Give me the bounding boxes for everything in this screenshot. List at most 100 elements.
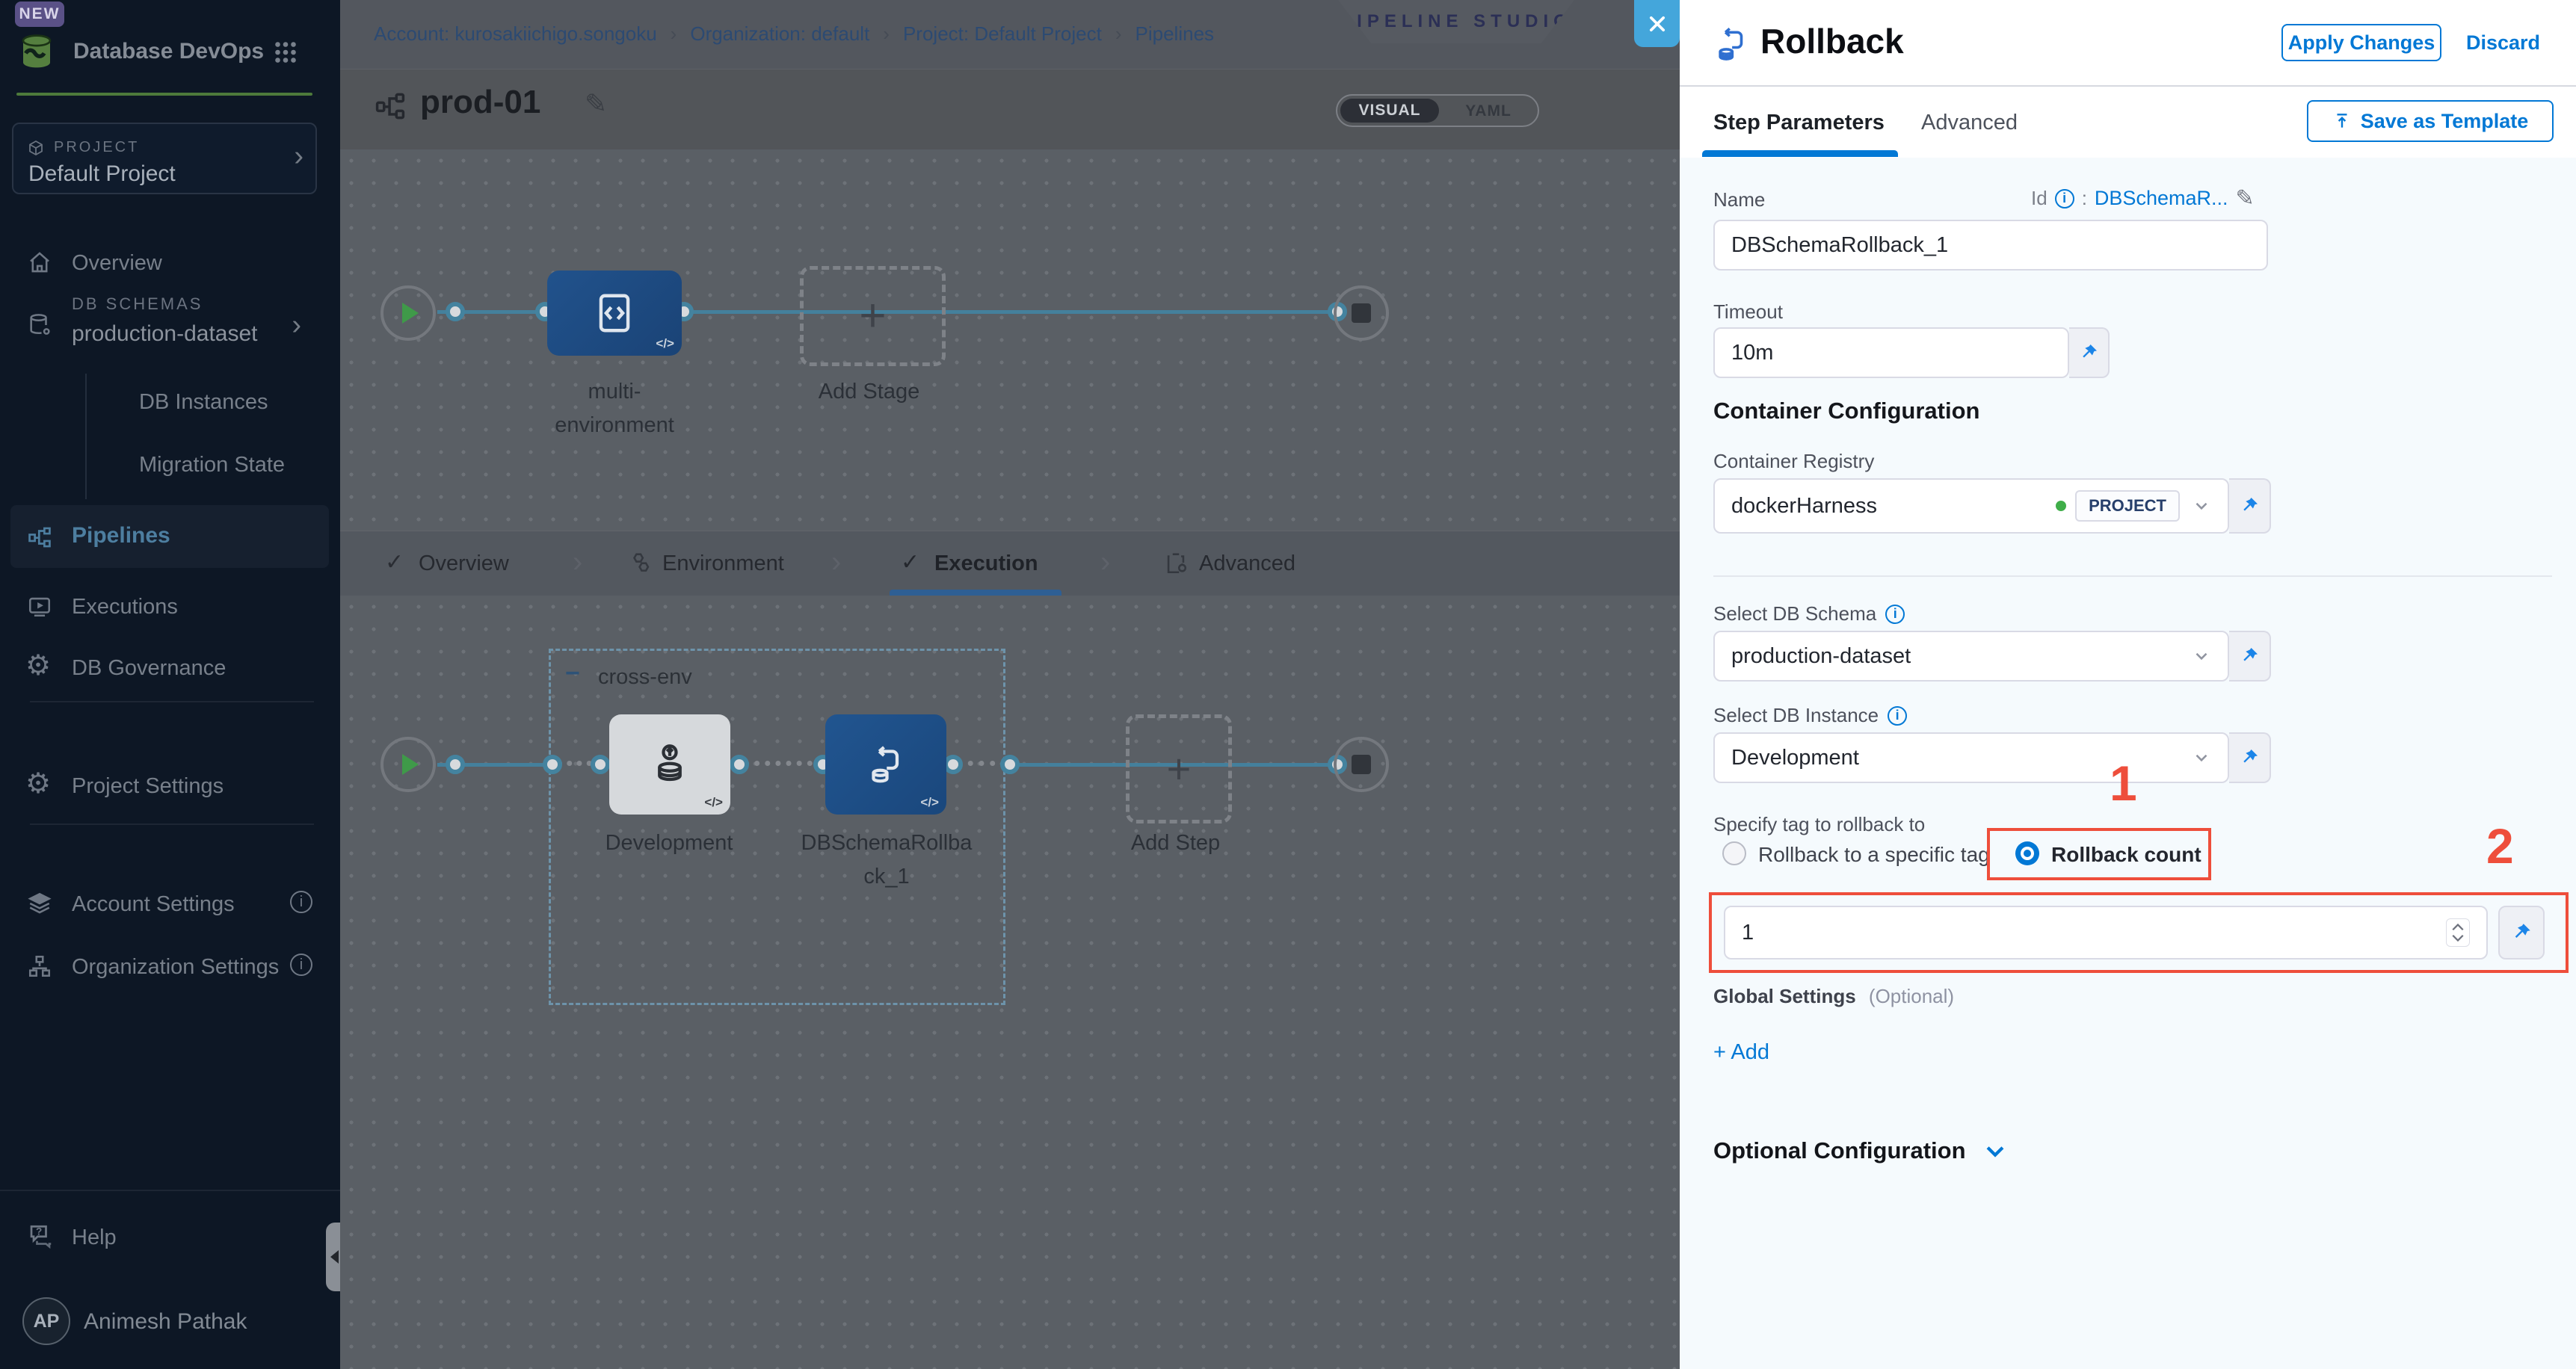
db-schema-runtime-pin-button[interactable] — [2229, 631, 2271, 682]
sidebar-item-overview[interactable]: Overview — [0, 241, 340, 285]
sidebar-item-account-settings[interactable]: Account Settings i — [0, 882, 340, 927]
db-instance-runtime-pin-button[interactable] — [2229, 732, 2271, 783]
container-configuration-heading: Container Configuration — [1713, 398, 1979, 424]
tab-overview[interactable]: Overview — [419, 551, 509, 576]
chevron-down-icon[interactable] — [2192, 646, 2211, 666]
sidebar-item-organization-settings[interactable]: Organization Settings i — [0, 945, 340, 989]
apply-changes-button[interactable]: Apply Changes — [2281, 24, 2441, 61]
tab-advanced[interactable]: Advanced — [1199, 551, 1295, 576]
avatar[interactable]: AP — [22, 1297, 70, 1345]
timeout-label: Timeout — [1713, 300, 1783, 324]
step-config-panel: Rollback Apply Changes Discard Step Para… — [1680, 0, 2576, 1369]
breadcrumb-account[interactable]: Account: kurosakiichigo.songoku — [374, 22, 657, 46]
optional-configuration-row[interactable]: Optional Configuration — [1713, 1137, 2008, 1164]
edit-pencil-icon[interactable]: ✎ — [585, 88, 607, 120]
radio-specific-tag-label[interactable]: Rollback to a specific tag — [1758, 843, 1990, 867]
chevron-down-icon[interactable] — [1982, 1138, 2008, 1164]
rollback-count-input[interactable]: 1 — [1724, 906, 2488, 959]
project-selector[interactable]: PROJECT Default Project › — [12, 123, 317, 194]
execution-canvas[interactable] — [340, 596, 1680, 1369]
optional-configuration-label: Optional Configuration — [1713, 1137, 1966, 1164]
close-panel-button[interactable] — [1634, 0, 1680, 47]
sidebar-item-db-governance[interactable]: ⚙ DB Governance — [0, 646, 340, 690]
toggle-yaml[interactable]: YAML — [1449, 99, 1527, 123]
sidebar-item-migration-state[interactable]: Migration State — [0, 445, 340, 487]
rollback-tag-label: Specify tag to rollback to — [1713, 813, 1925, 836]
db-schema-select[interactable]: production-dataset — [1713, 631, 2229, 682]
tab-environment[interactable]: Environment — [662, 551, 784, 576]
step-id-row: Id i : DBSchemaR... ✎ — [2031, 185, 2255, 211]
timeout-runtime-pin-button[interactable] — [2069, 327, 2110, 378]
step-node-development[interactable]: </> — [609, 714, 730, 815]
chevron-right-icon: › — [292, 311, 301, 339]
svg-text:?: ? — [36, 1226, 42, 1237]
count-runtime-pin-button[interactable] — [2498, 906, 2545, 959]
breadcrumb-project[interactable]: Project: Default Project — [903, 22, 1102, 46]
tab-advanced[interactable]: Advanced — [1921, 111, 2018, 135]
add-global-setting-link[interactable]: + Add — [1713, 1040, 1769, 1065]
sidebar-item-db-instances[interactable]: DB Instances — [0, 383, 340, 424]
registry-runtime-pin-button[interactable] — [2229, 478, 2271, 534]
breadcrumb: Account: kurosakiichigo.songoku › Organi… — [374, 22, 1214, 46]
add-stage-button[interactable]: + — [800, 266, 946, 366]
stage-canvas[interactable] — [340, 149, 1680, 531]
sidebar-item-db-schemas[interactable]: DB SCHEMAS production-dataset › — [0, 293, 340, 365]
global-settings-label: Global Settings — [1713, 985, 1856, 1007]
discard-button[interactable]: Discard — [2466, 31, 2540, 55]
breadcrumb-org[interactable]: Organization: default — [690, 22, 869, 46]
sidebar-item-label: DB Instances — [139, 390, 268, 415]
db-instance-select[interactable]: Development — [1713, 732, 2229, 783]
sidebar-item-pipelines[interactable]: Pipelines — [10, 505, 329, 568]
info-icon: i — [1885, 605, 1905, 624]
sidebar-item-label: Pipelines — [72, 523, 170, 548]
sidebar-item-label: Migration State — [139, 453, 285, 478]
pipeline-name: prod-01 — [420, 84, 540, 121]
code-marker: </> — [656, 336, 674, 351]
sidebar-item-help[interactable]: ? Help — [0, 1217, 340, 1261]
annotation-box-1 — [1987, 828, 2211, 880]
sidebar-item-executions[interactable]: Executions — [0, 584, 340, 629]
toggle-visual[interactable]: VISUAL — [1340, 99, 1439, 123]
container-registry-input[interactable]: dockerHarness PROJECT — [1713, 478, 2229, 534]
chevron-down-icon[interactable] — [2192, 748, 2211, 767]
pin-icon — [2510, 921, 2533, 944]
stop-icon — [1352, 755, 1371, 774]
stage-node-multi-environment[interactable]: </> — [547, 271, 682, 356]
tab-step-parameters[interactable]: Step Parameters — [1713, 111, 1885, 135]
module-grid-icon[interactable] — [272, 39, 299, 66]
global-settings-optional: (Optional) — [1869, 985, 1954, 1007]
execution-start-node — [380, 737, 436, 792]
view-toggle[interactable]: VISUAL YAML — [1336, 94, 1539, 127]
collapse-left-icon — [330, 1250, 339, 1264]
sidebar-item-label: Help — [72, 1226, 117, 1250]
tab-execution[interactable]: Execution — [934, 551, 1038, 576]
name-input[interactable]: DBSchemaRollback_1 — [1713, 220, 2268, 271]
stepper-up-icon[interactable] — [2451, 923, 2465, 931]
save-as-template-button[interactable]: Save as Template — [2307, 100, 2554, 142]
step-node-dbschemarollback[interactable]: </> — [825, 714, 946, 815]
timeout-input[interactable]: 10m — [1713, 327, 2069, 378]
add-step-button[interactable]: + — [1126, 714, 1232, 823]
user-name: Animesh Pathak — [84, 1309, 247, 1335]
sidebar-item-project-settings[interactable]: ⚙ Project Settings — [0, 764, 340, 809]
timeout-input-value: 10m — [1731, 341, 1773, 365]
plus-icon: + — [1167, 748, 1192, 790]
rollback-step-icon — [1711, 24, 1751, 64]
upload-icon — [2332, 111, 2352, 131]
chevron-right-icon: › — [1115, 22, 1122, 46]
app-screen: NEW Database DevOps PROJECT Default Proj… — [0, 0, 2576, 1369]
sidebar-item-label: Organization Settings — [72, 955, 279, 980]
annotation-number-2: 2 — [2486, 818, 2514, 874]
collapse-group-icon[interactable]: − — [565, 659, 580, 688]
info-icon: i — [1888, 706, 1907, 726]
annotation-number-1: 1 — [2110, 755, 2137, 812]
radio-specific-tag[interactable] — [1722, 841, 1746, 865]
chevron-down-icon[interactable] — [2192, 496, 2211, 516]
pin-icon — [2078, 342, 2099, 363]
stepper-down-icon[interactable] — [2451, 934, 2465, 942]
edit-pencil-icon[interactable]: ✎ — [2235, 185, 2254, 211]
number-stepper[interactable] — [2446, 918, 2470, 947]
info-icon: i — [2055, 189, 2074, 208]
environment-icon — [628, 550, 653, 575]
breadcrumb-page[interactable]: Pipelines — [1136, 22, 1215, 46]
